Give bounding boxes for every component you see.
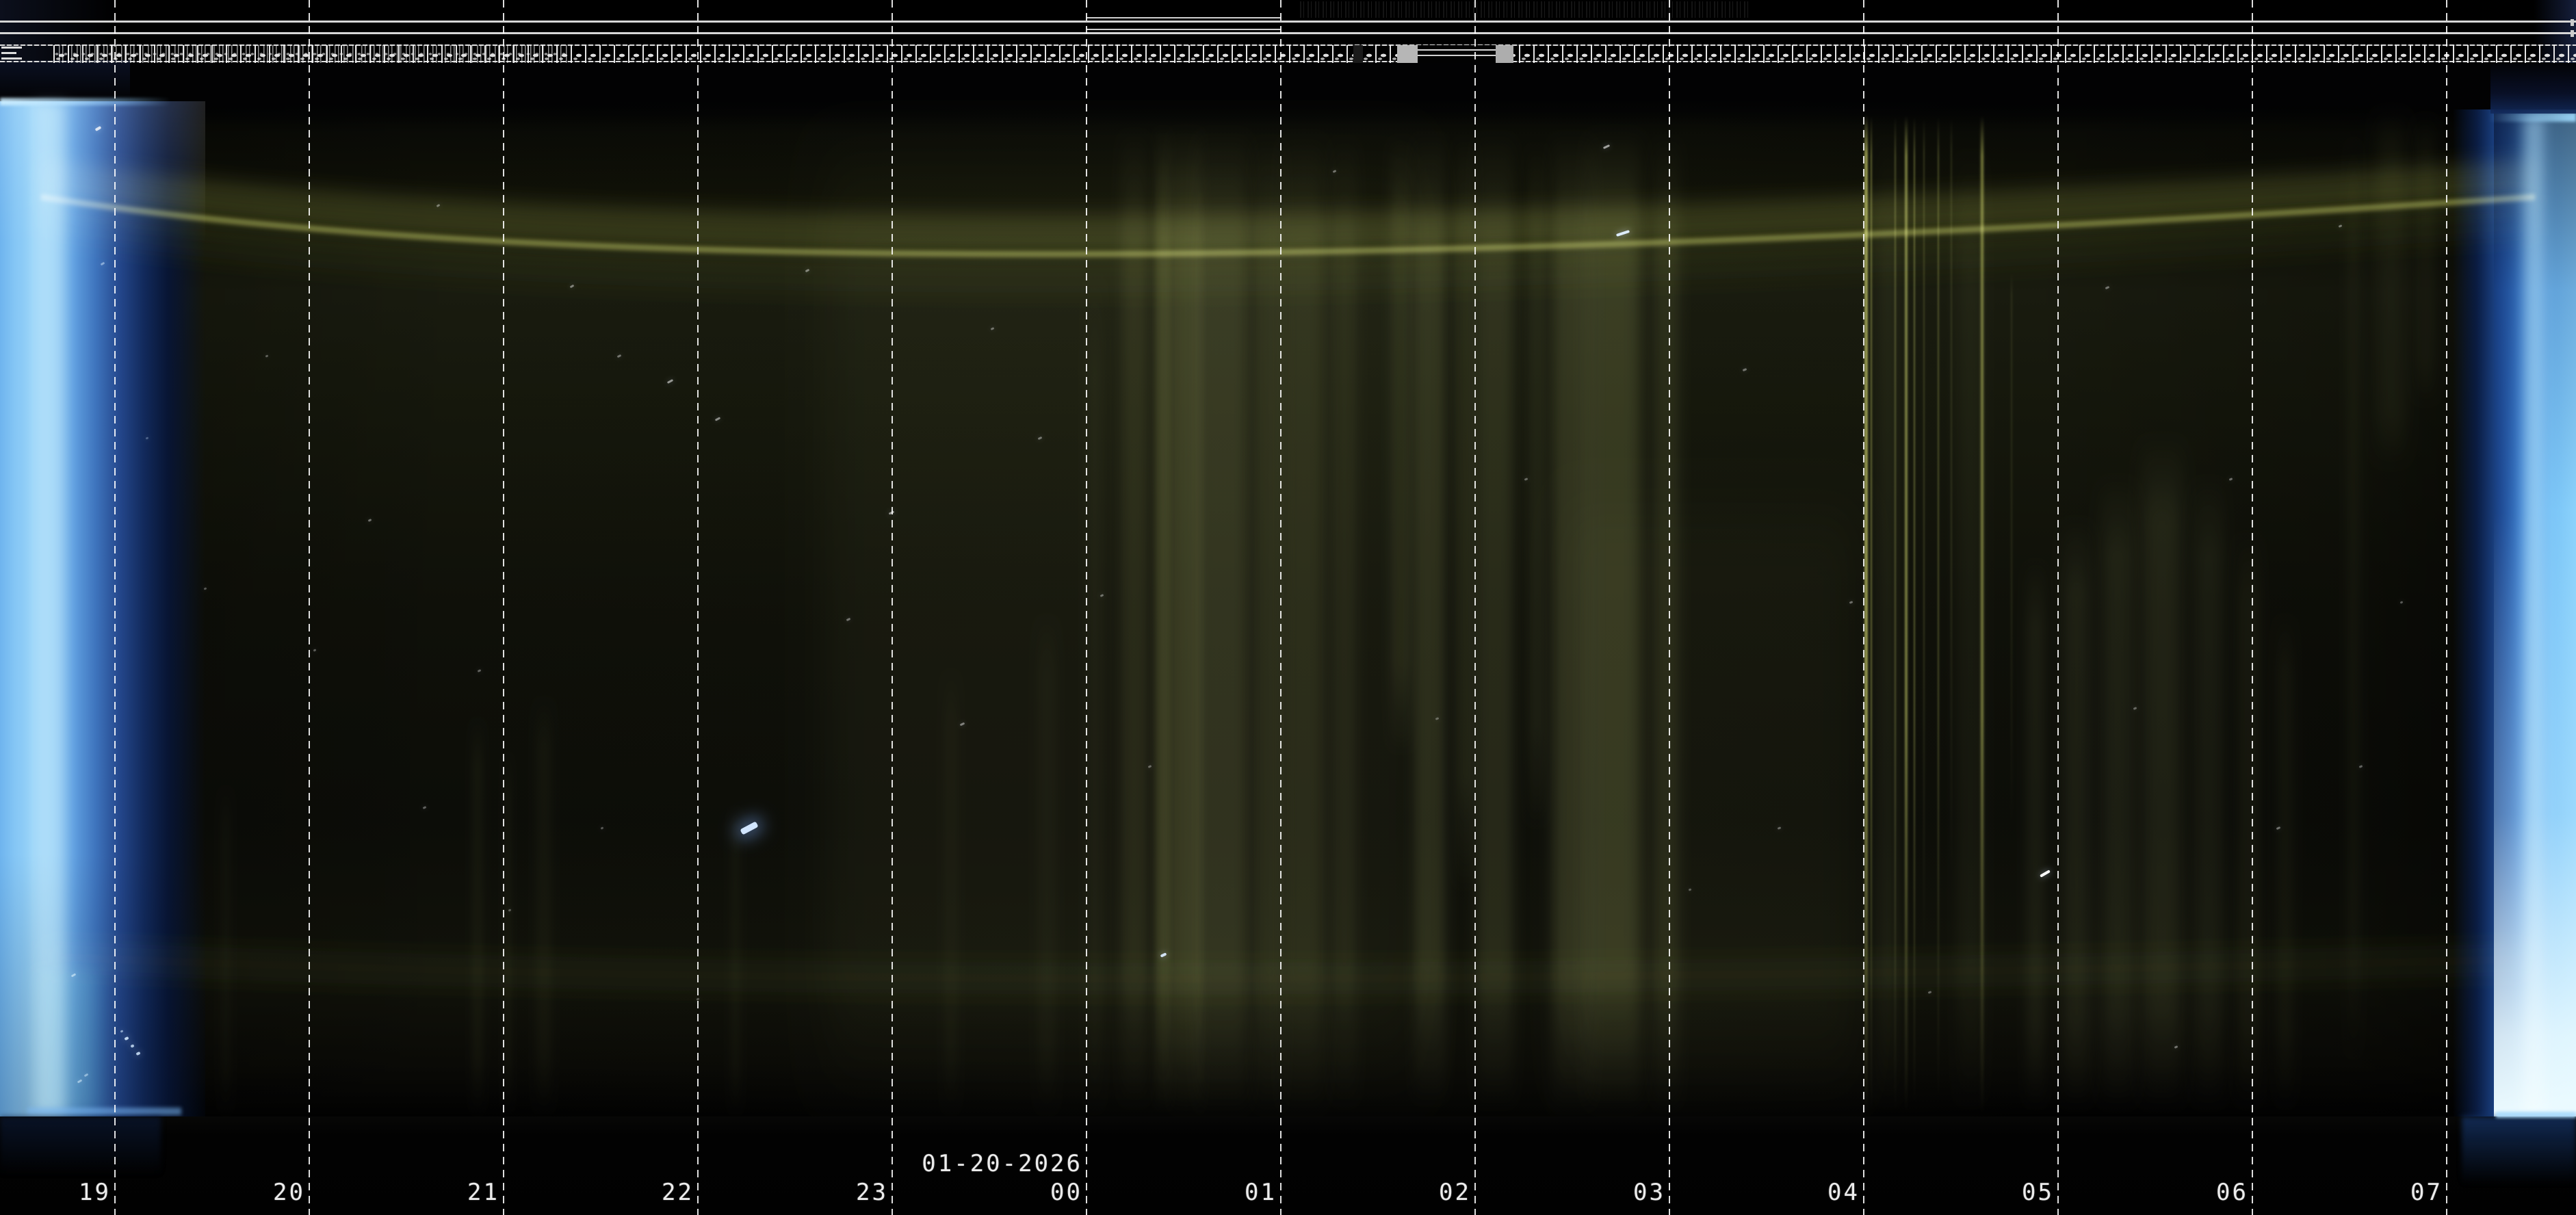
hour-tick-label: 00 xyxy=(973,1178,1082,1207)
hour-tick-label: 07 xyxy=(2333,1178,2443,1207)
hour-tick-label: 01 xyxy=(1167,1178,1277,1207)
hour-tick-label: 05 xyxy=(1944,1178,2054,1207)
hour-tick-label: 22 xyxy=(584,1178,694,1207)
hour-tick-label: 19 xyxy=(1,1178,111,1207)
hour-tick-label: 04 xyxy=(1750,1178,1860,1207)
hour-tick-label: 06 xyxy=(2139,1178,2248,1207)
hour-tick-label: 02 xyxy=(1362,1178,1471,1207)
keogram-image: 01-20-2026 19202122230001020304050607 xyxy=(0,0,2576,1215)
hour-tick-label: 23 xyxy=(779,1178,888,1207)
hour-tick-label: 03 xyxy=(1556,1178,1665,1207)
hour-tick-label: 21 xyxy=(390,1178,499,1207)
hour-tick-label: 20 xyxy=(196,1178,305,1207)
hour-labels-layer: 19 20 21 22 23 00 01 02 03 04 05 06 07 xyxy=(0,0,2576,1215)
